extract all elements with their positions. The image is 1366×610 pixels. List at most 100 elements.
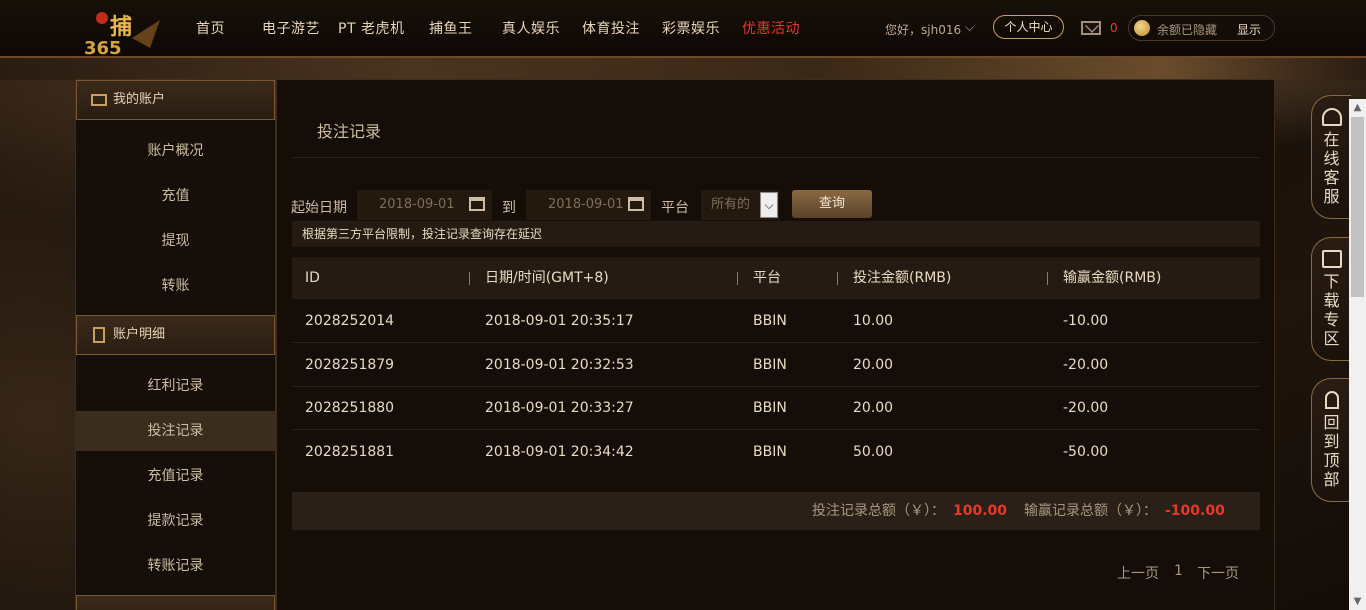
scrollbar-thumb[interactable]: [1351, 117, 1364, 297]
nav-lottery[interactable]: 彩票娱乐: [662, 18, 720, 38]
mail-count: 0: [1110, 21, 1118, 35]
sidebar-item-overview[interactable]: 账户概况: [76, 131, 275, 171]
column-header-datetime: 日期/时间(GMT+8): [485, 270, 609, 286]
table-row: 2028251879 2018-09-01 20:32:53 BBIN 20.0…: [292, 343, 1260, 387]
divider: [292, 157, 1260, 158]
rocket-icon: [1324, 391, 1339, 409]
sidebar-item-withdraw-records[interactable]: 提款记录: [76, 501, 275, 541]
cell-id: 2028251879: [305, 357, 395, 373]
main-content: 投注记录 起始日期 2018-09-01 到 2018-09-01 平台 所有的…: [276, 79, 1275, 610]
sidebar-item-withdraw[interactable]: 提现: [76, 221, 275, 261]
bet-total-label: 投注记录总额（￥）：: [812, 503, 945, 519]
site-logo[interactable]: 捕 365: [80, 8, 164, 56]
cell-win-loss: -10.00: [1063, 313, 1109, 329]
monitor-icon: [1321, 250, 1342, 268]
column-header-bet-amount: 投注金额(RMB): [853, 270, 952, 286]
balance-box: 余额已隐藏 显示: [1128, 15, 1275, 41]
nav-sports-betting[interactable]: 体育投注: [582, 18, 640, 38]
download-zone-button[interactable]: 下载专区: [1311, 237, 1351, 361]
back-to-top-button[interactable]: 回到顶部: [1311, 378, 1351, 502]
cell-bet-amount: 10.00: [853, 313, 894, 329]
nav-fishing[interactable]: 捕鱼王: [429, 18, 473, 38]
page-number[interactable]: 1: [1174, 563, 1183, 579]
start-date-label: 起始日期: [291, 200, 347, 216]
online-service-button[interactable]: 在线客服: [1311, 95, 1351, 219]
delay-notice: 根据第三方平台限制，投注记录查询存在延迟: [292, 221, 1260, 247]
online-service-label: 在线客服: [1323, 130, 1340, 206]
back-to-top-label: 回到顶部: [1323, 413, 1340, 489]
cell-platform: BBIN: [753, 357, 787, 373]
scroll-down-arrow-icon[interactable]: ▼: [1349, 593, 1366, 610]
nav-electronic-games[interactable]: 电子游艺: [262, 18, 320, 38]
chevron-down-icon[interactable]: ⌵: [760, 192, 778, 218]
table-header: ID 日期/时间(GMT+8) 平台 投注金额(RMB) 输赢金额(RMB): [292, 257, 1260, 299]
cell-id: 2028251881: [305, 444, 395, 460]
nav-home[interactable]: 首页: [196, 18, 225, 38]
calendar-icon[interactable]: [628, 197, 644, 211]
personal-center-button[interactable]: 个人中心: [993, 15, 1064, 39]
sidebar-item-deposit[interactable]: 充值: [76, 176, 275, 216]
cell-win-loss: -50.00: [1063, 444, 1109, 460]
page-title: 投注记录: [317, 122, 382, 141]
my-account-title: 我的账户: [113, 92, 166, 107]
account-details-title: 账户明细: [113, 327, 166, 342]
sidebar-item-bet-records[interactable]: 投注记录: [76, 411, 275, 451]
column-separator: [837, 272, 838, 285]
cell-datetime: 2018-09-01 20:34:42: [485, 444, 634, 460]
prev-page-link[interactable]: 上一页: [1117, 563, 1159, 583]
download-zone-label: 下载专区: [1323, 272, 1340, 348]
to-label: 到: [502, 200, 516, 216]
table-row: 2028252014 2018-09-01 20:35:17 BBIN 10.0…: [292, 299, 1260, 343]
platform-select-value: 所有的: [711, 197, 751, 212]
column-separator: [469, 272, 470, 285]
cell-platform: BBIN: [753, 444, 787, 460]
scroll-up-arrow-icon[interactable]: ▲: [1349, 99, 1366, 116]
win-total-label: 输赢记录总额（￥）：: [1024, 503, 1157, 519]
nav-promotions[interactable]: 优惠活动: [742, 18, 800, 38]
cell-platform: BBIN: [753, 313, 787, 329]
balance-hidden-text: 余额已隐藏: [1157, 23, 1218, 37]
cell-win-loss: -20.00: [1063, 400, 1109, 416]
account-sidebar: 我的账户 账户概况 充值 提现 转账 账户明细 红利记录 投注记录 充值记录 提…: [75, 79, 276, 610]
my-account-header: 我的账户: [76, 80, 275, 120]
user-greeting[interactable]: 您好，sjh016: [885, 21, 961, 38]
coin-icon: [1134, 20, 1150, 36]
cell-id: 2028251880: [305, 400, 395, 416]
next-page-link[interactable]: 下一页: [1197, 563, 1239, 583]
account-details-header: 账户明细: [76, 315, 275, 355]
start-date-input[interactable]: 2018-09-01: [357, 190, 492, 220]
cell-bet-amount: 50.00: [853, 444, 894, 460]
cell-id: 2028252014: [305, 313, 395, 329]
top-navigation-bar: 捕 365 首页 电子游艺 PT 老虎机 捕鱼王 真人娱乐 体育投注 彩票娱乐 …: [0, 0, 1366, 58]
sidebar-item-transfer-records[interactable]: 转账记录: [76, 546, 275, 586]
mail-icon[interactable]: [1081, 21, 1101, 35]
query-button[interactable]: 查询: [792, 190, 872, 218]
end-date-input[interactable]: 2018-09-01: [526, 190, 651, 220]
nav-live-casino[interactable]: 真人娱乐: [502, 18, 560, 38]
column-header-win-loss: 输赢金额(RMB): [1063, 270, 1162, 286]
bet-total-value: 100.00: [953, 503, 1008, 519]
start-date-value: 2018-09-01: [379, 197, 455, 212]
show-balance-button[interactable]: 显示: [1237, 21, 1261, 38]
vertical-scrollbar[interactable]: ▲ ▼: [1349, 99, 1366, 610]
sidebar-item-bonus-records[interactable]: 红利记录: [76, 366, 275, 406]
column-header-id: ID: [305, 270, 320, 286]
headset-icon: [1321, 108, 1342, 126]
cell-bet-amount: 20.00: [853, 400, 894, 416]
cell-win-loss: -20.00: [1063, 357, 1109, 373]
table-row: 2028251880 2018-09-01 20:33:27 BBIN 20.0…: [292, 386, 1260, 430]
sidebar-item-transfer[interactable]: 转账: [76, 266, 275, 306]
totals-bar: 投注记录总额（￥）： 100.00 输赢记录总额（￥）： -100.00: [292, 492, 1260, 530]
column-header-platform: 平台: [753, 270, 781, 286]
next-section-header: [76, 595, 275, 610]
chevron-down-icon[interactable]: ⌵: [965, 20, 974, 35]
svg-text:365: 365: [84, 38, 122, 56]
platform-select[interactable]: 所有的 ⌵: [701, 190, 779, 220]
end-date-value: 2018-09-01: [548, 197, 624, 212]
table-row: 2028251881 2018-09-01 20:34:42 BBIN 50.0…: [292, 430, 1260, 474]
nav-pt-slots[interactable]: PT 老虎机: [338, 18, 404, 38]
calculator-icon: [93, 327, 105, 343]
cell-datetime: 2018-09-01 20:33:27: [485, 400, 634, 416]
sidebar-item-deposit-records[interactable]: 充值记录: [76, 456, 275, 496]
calendar-icon[interactable]: [469, 197, 485, 211]
